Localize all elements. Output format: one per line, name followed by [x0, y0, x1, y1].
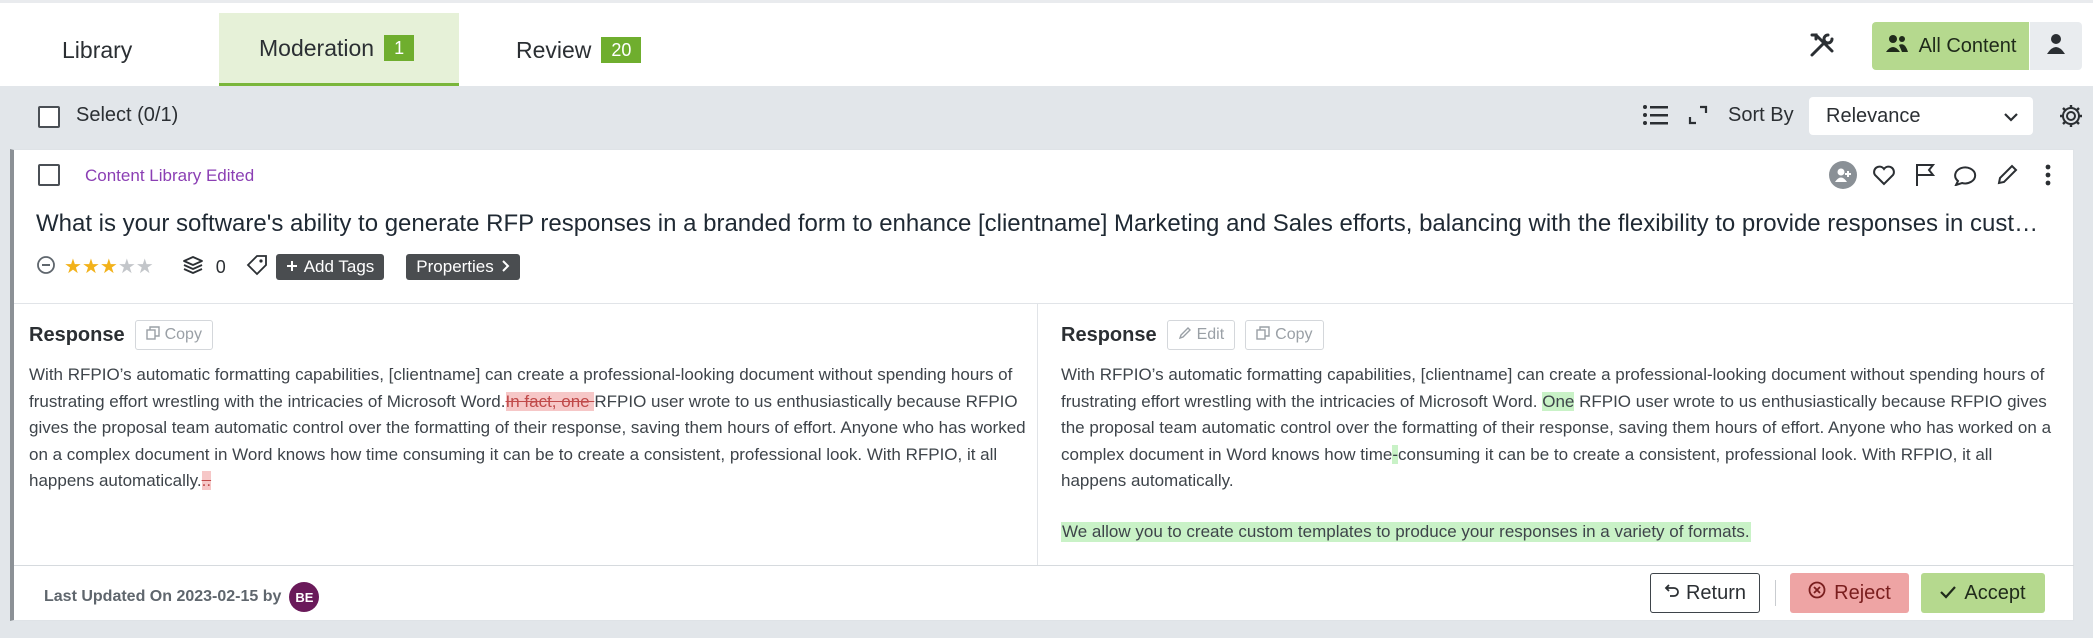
chevron-right-icon — [500, 257, 510, 277]
user-icon — [2046, 33, 2066, 60]
flag-icon[interactable] — [1904, 161, 1945, 189]
tools-icon[interactable] — [1806, 29, 1838, 61]
top-bar: Library Moderation 1 Review 20 All Conte… — [0, 0, 2093, 87]
question-title[interactable]: What is your software's ability to gener… — [36, 210, 2046, 238]
plus-icon — [286, 257, 298, 277]
heart-icon[interactable] — [1863, 161, 1904, 189]
deleted-text: In fact, one — [505, 391, 595, 411]
all-content-button[interactable]: All Content — [1872, 22, 2029, 70]
right-response-title: Response — [1061, 323, 1157, 346]
select-all-checkbox[interactable] — [38, 106, 60, 128]
select-count-label: Select (0/1) — [76, 104, 179, 126]
user-menu-button[interactable] — [2030, 22, 2082, 70]
alternates-count: 0 — [215, 256, 226, 277]
column-divider — [1037, 304, 1038, 565]
button-separator — [1775, 580, 1776, 606]
pencil-icon[interactable] — [1986, 161, 2027, 189]
star-icon[interactable]: ★ — [82, 257, 100, 277]
return-label: Return — [1685, 581, 1747, 604]
tab-review-label: Review — [516, 36, 592, 63]
assign-user-button[interactable] — [1822, 161, 1863, 189]
edit-button[interactable]: Edit — [1166, 320, 1236, 350]
tab-library[interactable]: Library — [62, 13, 132, 87]
copy-icon — [145, 325, 160, 345]
all-content-label: All Content — [1918, 34, 2017, 57]
sort-by-label: Sort By — [1728, 104, 1794, 126]
assign-user-icon — [1828, 161, 1857, 189]
divider — [14, 303, 2074, 304]
add-tags-button[interactable]: Add Tags — [275, 254, 385, 280]
layers-icon — [182, 255, 204, 280]
tab-review[interactable]: Review 20 — [516, 13, 642, 87]
properties-label: Properties — [416, 257, 494, 276]
list-icon[interactable] — [1642, 103, 1668, 132]
review-count-badge: 20 — [601, 37, 642, 63]
add-tags-label: Add Tags — [303, 257, 375, 276]
right-response-header: Response Edit Copy — [1061, 320, 1324, 350]
expand-icon[interactable] — [1688, 105, 1708, 130]
star-icon[interactable]: ★ — [64, 257, 82, 277]
left-response-header: Response Copy — [29, 320, 213, 350]
left-copy-label: Copy — [164, 326, 202, 343]
tag-icon — [246, 254, 268, 281]
star-icon[interactable]: ★ — [100, 257, 118, 277]
star-icon[interactable]: ★ — [118, 257, 136, 277]
star-icon[interactable]: ★ — [136, 257, 154, 277]
sort-select-value: Relevance — [1826, 104, 1921, 127]
edit-label: Edit — [1196, 326, 1225, 343]
deleted-text: .. — [201, 471, 212, 491]
reject-label: Reject — [1834, 581, 1891, 604]
left-copy-button[interactable]: Copy — [134, 320, 213, 350]
chevron-down-icon — [2003, 108, 2019, 131]
avatar[interactable]: BE — [289, 582, 320, 612]
meta-row: ★ ★ ★ ★ ★ 0 Add Tags Properties — [36, 254, 520, 280]
sort-select[interactable]: Relevance — [1809, 97, 2033, 135]
left-response-text: With RFPIO’s automatic formatting capabi… — [29, 362, 1029, 495]
properties-button[interactable]: Properties — [406, 254, 520, 280]
copy-icon — [1256, 325, 1270, 345]
right-copy-label: Copy — [1275, 326, 1313, 343]
moderation-count-badge: 1 — [384, 35, 415, 61]
inserted-paragraph: We allow you to create custom templates … — [1061, 522, 1751, 542]
x-circle-icon — [1808, 581, 1826, 605]
status-label: Content Library Edited — [85, 166, 255, 185]
last-updated-label: Last Updated On 2023-02-15 by — [44, 588, 282, 605]
right-copy-button[interactable]: Copy — [1245, 320, 1324, 350]
tab-moderation-label: Moderation — [259, 34, 375, 61]
footer-divider — [14, 565, 2074, 566]
pencil-icon — [1178, 326, 1192, 345]
tab-moderation[interactable]: Moderation 1 — [219, 13, 459, 87]
accept-button[interactable]: Accept — [1921, 573, 2045, 613]
undo-icon — [1664, 582, 1680, 605]
tab-library-label: Library — [62, 36, 133, 63]
right-response-text: With RFPIO’s automatic formatting capabi… — [1061, 362, 2061, 495]
last-updated: Last Updated On 2023-02-15 by BE — [44, 582, 320, 612]
inserted-text: One — [1542, 391, 1575, 411]
check-icon — [1940, 582, 1957, 605]
alternates[interactable]: 0 — [182, 255, 226, 280]
minus-circle-icon[interactable] — [36, 255, 56, 280]
card-checkbox[interactable] — [38, 164, 60, 186]
return-button[interactable]: Return — [1650, 573, 1760, 613]
more-vertical-icon[interactable] — [2027, 161, 2068, 189]
star-rating[interactable]: ★ ★ ★ ★ ★ — [64, 257, 154, 277]
reject-button[interactable]: Reject — [1790, 573, 1909, 613]
comment-icon[interactable] — [1945, 161, 1986, 189]
user-group-icon — [1885, 33, 1909, 59]
gear-icon[interactable] — [2058, 103, 2084, 134]
card-actions — [1822, 161, 2068, 189]
accept-label: Accept — [1964, 581, 2026, 604]
left-response-title: Response — [29, 323, 125, 346]
